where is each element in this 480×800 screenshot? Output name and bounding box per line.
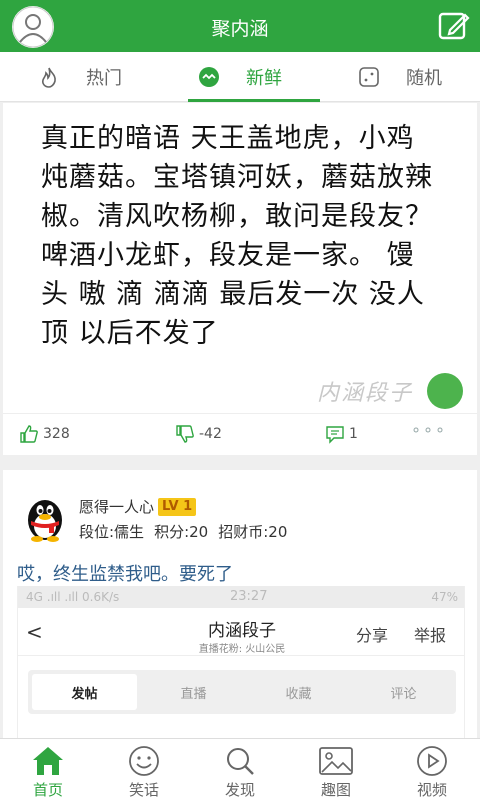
- embedded-tab: 发帖: [32, 674, 137, 710]
- username: 愿得一人心: [79, 498, 155, 516]
- embedded-tabs: 发帖 直播 收藏 评论: [28, 670, 456, 714]
- tab-fresh-label: 新鲜: [246, 67, 282, 89]
- category-tabs: 热门 新鲜 随机: [0, 52, 480, 102]
- post-text[interactable]: 哎，终生监禁我吧。要死了: [17, 560, 233, 586]
- post-card: 愿得一人心 LV 1 段位:儒生 积分:20 招财币:20 哎，终生监禁我吧。要…: [3, 470, 477, 738]
- embedded-status-bar: 4G .ıll .ıll 0.6K/s 23:27 47%: [18, 586, 464, 608]
- more-options-button[interactable]: ∘∘∘: [411, 420, 447, 439]
- user-stats: 段位:儒生 积分:20 招财币:20: [79, 521, 287, 542]
- app-title: 聚内涵: [211, 18, 269, 40]
- tab-random-label: 随机: [406, 67, 442, 89]
- nav-home-label: 首页: [32, 781, 63, 799]
- home-icon: [30, 745, 66, 777]
- fire-icon: [38, 66, 60, 88]
- embedded-report: 举报: [414, 626, 447, 645]
- post-card: 真正的暗语 天王盖地虎，小鸡炖蘑菇。宝塔镇河妖，蘑菇放辣椒。清风吹杨柳，敢问是段…: [3, 103, 477, 455]
- tab-hot[interactable]: 热门: [0, 52, 160, 101]
- dislike-button[interactable]: -42: [175, 424, 222, 444]
- embedded-tab: 评论: [390, 686, 417, 702]
- feed[interactable]: 真正的暗语 天王盖地虎，小鸡炖蘑菇。宝塔镇河妖，蘑菇放辣椒。清风吹杨柳，敢问是段…: [0, 103, 480, 738]
- nav-video[interactable]: 视频: [384, 739, 480, 800]
- watermark-badge-icon: [427, 373, 463, 409]
- embedded-status-right: 47%: [431, 590, 458, 604]
- dice-icon: [358, 66, 380, 88]
- embedded-subtitle: 直播花粉: 火山公民: [198, 644, 286, 655]
- nav-home[interactable]: 首页: [0, 739, 96, 800]
- nav-pictures[interactable]: 趣图: [288, 739, 384, 800]
- app-header: 聚内涵: [0, 0, 480, 52]
- smiley-icon: [126, 745, 162, 777]
- tab-hot-label: 热门: [86, 67, 122, 89]
- embedded-tab: 收藏: [285, 686, 312, 702]
- embedded-status-time: 23:27: [230, 589, 268, 604]
- dislike-count: -42: [199, 426, 222, 442]
- comment-icon: [326, 426, 344, 444]
- comment-button[interactable]: 1: [325, 424, 358, 444]
- watermark-text: 内涵段子: [317, 381, 414, 406]
- post-image[interactable]: 真正的暗语 天王盖地虎，小鸡炖蘑菇。宝塔镇河妖，蘑菇放辣椒。清风吹杨柳，敢问是段…: [3, 103, 477, 413]
- tab-fresh[interactable]: 新鲜: [160, 52, 320, 102]
- like-button[interactable]: 328: [19, 424, 70, 444]
- user-coins: 招财币:20: [218, 523, 288, 541]
- search-icon: [222, 745, 258, 777]
- bottom-nav: 首页 笑话 发现 趣图 视频: [0, 738, 480, 800]
- embedded-nav-bar: < 内涵段子 直播花粉: 火山公民 分享 举报: [18, 608, 464, 656]
- nav-jokes-label: 笑话: [128, 781, 159, 799]
- penguin-avatar[interactable]: [21, 494, 69, 542]
- level-badge: LV 1: [158, 497, 197, 516]
- post-image-text: 真正的暗语 天王盖地虎，小鸡炖蘑菇。宝塔镇河妖，蘑菇放辣椒。清风吹杨柳，敢问是段…: [41, 123, 433, 349]
- embedded-tab: 直播: [180, 686, 207, 702]
- post-image[interactable]: 4G .ıll .ıll 0.6K/s 23:27 47% < 内涵段子 直播花…: [17, 586, 465, 738]
- edit-icon[interactable]: [438, 10, 470, 42]
- nav-discover[interactable]: 发现: [192, 739, 288, 800]
- nav-discover-label: 发现: [224, 781, 255, 799]
- chat-wave-icon: [198, 66, 220, 88]
- nav-pictures-label: 趣图: [320, 781, 351, 799]
- thumbs-down-icon: [176, 425, 194, 443]
- nav-jokes[interactable]: 笑话: [96, 739, 192, 800]
- play-icon: [414, 745, 450, 777]
- embedded-title: 内涵段子: [208, 621, 276, 641]
- image-icon: [318, 745, 354, 777]
- post-actions: 328 -42 1 ∘∘∘: [3, 413, 477, 455]
- embedded-status-left: 4G .ıll .ıll 0.6K/s: [26, 590, 120, 604]
- thumbs-up-icon: [20, 425, 38, 443]
- post-author[interactable]: 愿得一人心 LV 1: [79, 496, 197, 517]
- user-rank: 段位:儒生: [79, 523, 145, 541]
- user-points: 积分:20: [154, 523, 209, 541]
- watermark: 内涵段子: [317, 369, 467, 413]
- comment-count: 1: [349, 426, 358, 442]
- nav-video-label: 视频: [416, 781, 447, 799]
- tab-random[interactable]: 随机: [320, 52, 480, 101]
- like-count: 328: [43, 426, 70, 442]
- embedded-share: 分享: [356, 626, 389, 645]
